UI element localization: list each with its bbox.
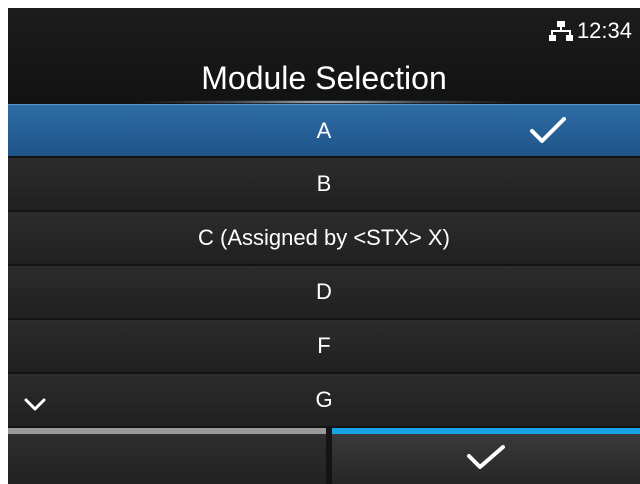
header: 12:34 Module Selection [8,8,640,104]
checkmark-icon [530,117,566,151]
list-item-label: A [316,117,332,143]
list-item-c[interactable]: C (Assigned by <STX> X) [8,212,640,264]
module-list: A B C (Assigned by <STX> X) D F G [8,104,640,428]
network-icon [548,21,573,41]
list-item-f[interactable]: F [8,320,640,372]
list-item-label: D [316,279,332,304]
back-button[interactable] [8,428,326,484]
list-item-label: C (Assigned by <STX> X) [198,225,450,250]
chevron-down-icon[interactable] [24,392,46,418]
list-item-label: F [317,333,331,358]
list-item-label: B [316,171,332,196]
list-item-label: G [315,387,333,412]
printer-screen: 12:34 Module Selection A B C (Assigned b… [8,8,640,484]
checkmark-icon [466,444,506,475]
page-title: Module Selection [201,60,447,96]
list-item-a[interactable]: A [8,104,640,156]
clock-time: 12:34 [576,18,632,43]
confirm-button[interactable] [332,428,640,484]
list-item-b[interactable]: B [8,158,640,210]
list-item-g[interactable]: G [8,374,640,426]
status-bar: 12:34 [548,18,632,44]
list-item-d[interactable]: D [8,266,640,318]
